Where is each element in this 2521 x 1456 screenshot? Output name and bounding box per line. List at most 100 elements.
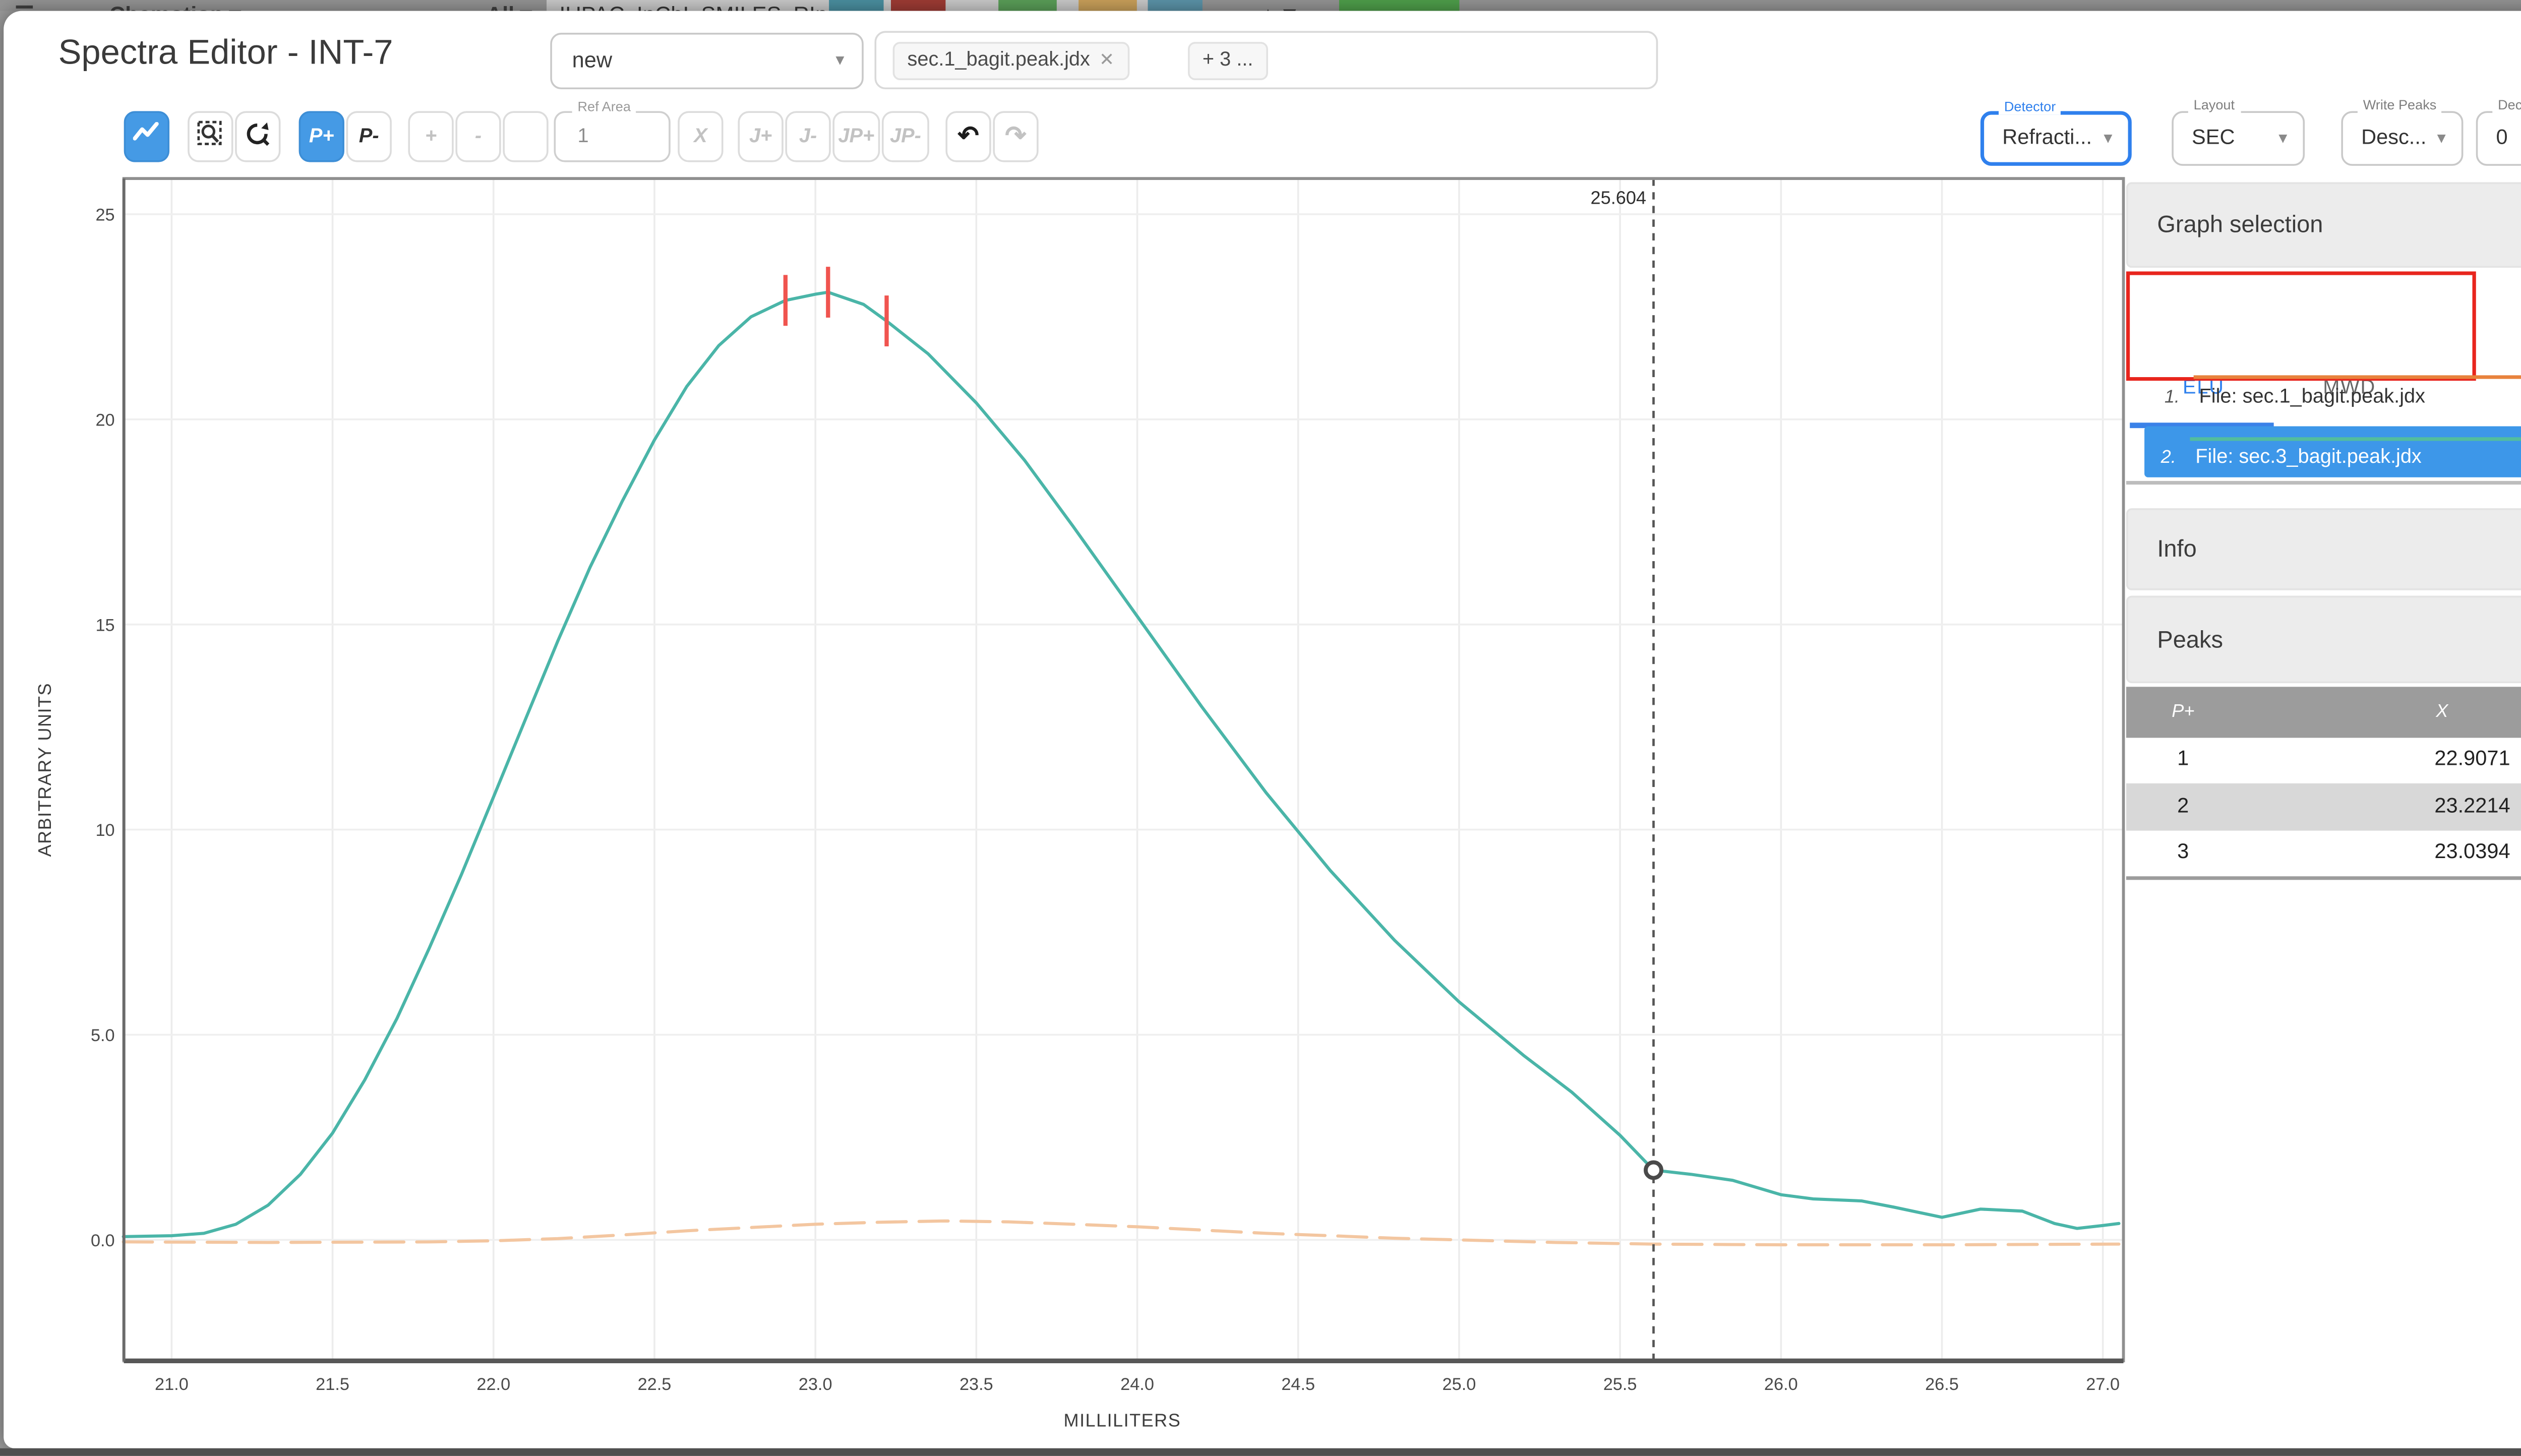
sidebar: Graph selection ∧ ELU MWD 1.File: sec.1_… — [2126, 181, 2521, 880]
peaks-table-header: P+XY- — [2126, 686, 2521, 737]
peak-row[interactable]: 223.22142.24e+1✕ — [2126, 783, 2521, 830]
toolbar-button-j-plus[interactable]: J+ — [738, 110, 784, 161]
app-menu[interactable]: Chemotion ▾ — [109, 1, 241, 11]
sort-controls-icon[interactable]: ▲▼ — [1257, 1, 1300, 11]
peak-row[interactable]: 122.90712.29e+1✕ — [2126, 737, 2521, 783]
svg-text:26.5: 26.5 — [1925, 1374, 1959, 1393]
toolbar-button-x-cursor[interactable]: X — [678, 110, 724, 161]
action-button-wide-green[interactable] — [1339, 0, 1460, 11]
action-button-red[interactable] — [891, 0, 946, 11]
svg-text:24.0: 24.0 — [1120, 1374, 1154, 1393]
section-header-peaks[interactable]: Peaks ∧ — [2126, 594, 2521, 683]
ref-area-input[interactable]: Ref Area 1 — [554, 97, 671, 161]
select-value: Desc... — [2361, 127, 2427, 149]
svg-text:ARBITRARY UNITS: ARBITRARY UNITS — [34, 682, 55, 856]
toolbar-button-peak-add[interactable]: P+ — [298, 110, 344, 161]
peak-row[interactable]: 323.03942.31e+1✕ — [2126, 829, 2521, 877]
scope-select[interactable]: All ▾ — [487, 1, 531, 11]
section-header-graph-selection[interactable]: Graph selection ∧ — [2126, 181, 2521, 267]
page: ☰ Chemotion ▾ All ▾ IUPAC, InChI, SMILES… — [0, 0, 2521, 1456]
zoom-reset-icon — [244, 119, 271, 152]
layout-select[interactable]: Layout SEC ▼ — [2172, 95, 2305, 165]
file-name: File: sec.3_bagit.peak.jdx — [2195, 445, 2422, 467]
peaks-table: P+XY- 122.90712.29e+1✕223.22142.24e+1✕32… — [2126, 686, 2521, 880]
file-index: 2. — [2160, 447, 2176, 467]
file-chip[interactable]: sec.1_bagit.peak.jdx ✕ — [892, 41, 1129, 80]
select-value: 0 — [2496, 127, 2508, 149]
annotation-highlight-box — [2126, 270, 2476, 380]
chart-area[interactable]: 25.604 21.0 21.5 22.0 22.5 23.0 23.5 24.0 24.5 25… — [4, 165, 2144, 1451]
toolbar-button-plus[interactable]: + — [408, 110, 454, 161]
hamburger-icon[interactable]: ☰ — [15, 1, 34, 11]
svg-text:25.604: 25.604 — [1591, 187, 1647, 207]
svg-text:26.0: 26.0 — [1764, 1374, 1798, 1393]
section-title: Info — [2157, 534, 2197, 562]
select-label: Detector — [1999, 97, 2062, 114]
preset-select[interactable]: new ▼ — [550, 32, 864, 89]
file-list-item[interactable]: 2. File: sec.3_bagit.peak.jdx — [2144, 425, 2521, 476]
series-legend-line — [2190, 436, 2521, 441]
svg-text:25.0: 25.0 — [1443, 1374, 1476, 1393]
action-button-tan[interactable] — [1078, 0, 1137, 11]
svg-text:23.5: 23.5 — [959, 1374, 993, 1393]
svg-text:25: 25 — [95, 205, 114, 224]
page-title: Spectra Editor - INT-7 — [58, 33, 393, 72]
toolbar-button-j-minus[interactable]: J- — [785, 110, 831, 161]
svg-text:21.5: 21.5 — [316, 1374, 349, 1393]
toolbar-button-redo[interactable]: ↷ — [993, 110, 1039, 161]
toolbar-button-blank[interactable] — [503, 110, 549, 161]
svg-text:22.0: 22.0 — [476, 1374, 510, 1393]
toolbar-button-undo[interactable]: ↶ — [945, 110, 991, 161]
chevron-down-icon: ▼ — [2100, 129, 2116, 146]
toolbar-button-peak-remove[interactable]: P- — [346, 110, 392, 161]
ref-area-value: 1 — [577, 125, 589, 147]
detector-select[interactable]: Detector Refracti... ▼ — [1980, 97, 2132, 165]
preset-select-value: new — [572, 47, 613, 73]
select-value: Refracti... — [2002, 127, 2092, 149]
chevron-down-icon: ▼ — [832, 51, 848, 69]
toolbar-button-line-chart[interactable] — [124, 110, 170, 161]
decimal-select[interactable]: Decimal0▼ — [2476, 95, 2521, 165]
select-label: Write Peaks — [2357, 95, 2442, 112]
section-header-info[interactable]: Info ∨ — [2126, 507, 2521, 589]
toolbar-button-zoom-area[interactable] — [188, 110, 233, 161]
zoom-area-icon — [197, 119, 224, 152]
select-value: SEC — [2192, 127, 2235, 149]
toolbar-button-jp-minus[interactable]: JP- — [881, 110, 929, 161]
graph-selection-content: ELU MWD 1. File: sec.1_bagit.peak.jdx 2. Fi… — [2126, 267, 2521, 484]
toolbar-button-minus[interactable]: - — [455, 110, 501, 161]
chip-remove-icon[interactable]: ✕ — [1099, 50, 1114, 70]
peaks-table-body: 122.90712.29e+1✕223.22142.24e+1✕323.0394… — [2126, 737, 2521, 877]
write-peaks-select[interactable]: Write Peaks Desc... ▼ — [2341, 95, 2464, 165]
action-button-steel[interactable] — [1148, 0, 1203, 11]
chip-label: sec.1_bagit.peak.jdx — [907, 48, 1090, 71]
action-button-green[interactable] — [998, 0, 1057, 11]
section-title: Peaks — [2157, 625, 2223, 652]
peak-index: 3 — [2177, 842, 2189, 864]
peaks-col-P+: P+ — [2172, 701, 2195, 721]
svg-text:21.0: 21.0 — [155, 1374, 189, 1393]
svg-text:0.0: 0.0 — [91, 1230, 115, 1249]
file-list-item[interactable]: 1. File: sec.1_bagit.peak.jdx — [2148, 374, 2521, 426]
peak-x-value: 22.9071 — [2434, 749, 2510, 771]
chevron-down-icon: ▼ — [2434, 129, 2449, 146]
peak-x-value: 23.0394 — [2434, 842, 2510, 864]
toolbar-button-zoom-reset[interactable] — [235, 110, 281, 161]
file-name: File: sec.1_bagit.peak.jdx — [2199, 385, 2426, 407]
chevron-down-icon: ▼ — [2275, 129, 2291, 146]
peak-index: 1 — [2177, 749, 2189, 771]
spectra-editor-modal: Spectra Editor - INT-7 new ▼ sec.1_bagit… — [4, 10, 2521, 1448]
chart-svg: 25.604 21.0 21.5 22.0 22.5 23.0 23.5 24.0 24.5 25… — [34, 176, 2125, 1430]
action-button-teal[interactable] — [829, 0, 884, 11]
svg-text:25.5: 25.5 — [1603, 1374, 1637, 1393]
svg-text:23.0: 23.0 — [799, 1374, 832, 1393]
bottom-bar — [0, 1448, 2521, 1456]
more-files-chip[interactable]: + 3 ... — [1188, 41, 1268, 80]
svg-text:MILLILITERS: MILLILITERS — [1064, 1409, 1181, 1430]
toolbar-button-jp-plus[interactable]: JP+ — [832, 110, 880, 161]
file-chips-box[interactable]: sec.1_bagit.peak.jdx ✕ + 3 ... — [874, 30, 1658, 89]
background-browser-bar: ☰ Chemotion ▾ All ▾ IUPAC, InChI, SMILES… — [0, 0, 2521, 11]
